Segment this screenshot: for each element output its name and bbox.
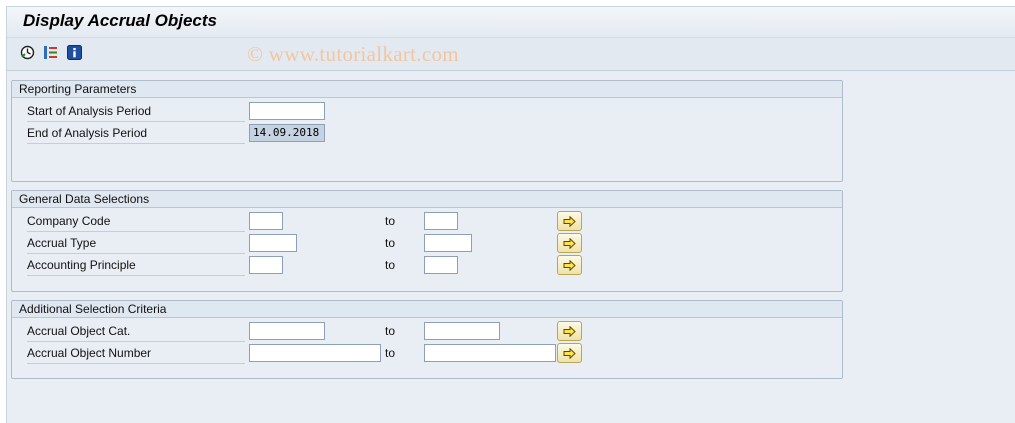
start-period-label: Start of Analysis Period (27, 102, 245, 122)
arrow-right-icon (563, 259, 576, 271)
execute-clock-icon[interactable] (19, 44, 35, 60)
company-code-label: Company Code (27, 212, 245, 232)
accrual-object-cat-to-input[interactable] (424, 322, 500, 340)
accounting-principle-label: Accounting Principle (27, 256, 245, 276)
accrual-type-multiple-selection-button[interactable] (557, 233, 582, 253)
to-label: to (385, 324, 396, 338)
to-label: to (385, 346, 396, 360)
accounting-principle-from-input[interactable] (249, 256, 283, 274)
to-label: to (385, 258, 396, 272)
to-label: to (385, 214, 396, 228)
watermark: © www.tutorialkart.com (247, 42, 459, 66)
accrual-object-cat-label: Accrual Object Cat. (27, 322, 245, 342)
group-heading: Reporting Parameters (12, 81, 842, 98)
accrual-object-number-from-input[interactable] (249, 344, 381, 362)
arrow-right-icon (563, 215, 576, 227)
arrow-right-icon (563, 237, 576, 249)
company-code-multiple-selection-button[interactable] (557, 211, 582, 231)
title-bar: Display Accrual Objects (7, 7, 1015, 38)
reporting-parameters-group: Reporting Parameters Start of Analysis P… (11, 80, 843, 182)
sap-window: Display Accrual Objects © www.tutorialka… (6, 6, 1015, 423)
general-data-selections-group: General Data Selections Company Code to … (11, 190, 843, 292)
info-icon[interactable] (66, 44, 82, 60)
page-title: Display Accrual Objects (23, 11, 218, 30)
accrual-type-label: Accrual Type (27, 234, 245, 254)
accrual-object-cat-multiple-selection-button[interactable] (557, 321, 582, 341)
application-toolbar: © www.tutorialkart.com (7, 38, 1015, 71)
to-label: to (385, 236, 396, 250)
accrual-type-to-input[interactable] (424, 234, 472, 252)
accrual-object-number-multiple-selection-button[interactable] (557, 343, 582, 363)
end-period-label: End of Analysis Period (27, 124, 245, 144)
company-code-from-input[interactable] (249, 212, 283, 230)
accrual-object-number-to-input[interactable] (424, 344, 556, 362)
variant-list-icon[interactable] (42, 44, 58, 60)
group-heading: General Data Selections (12, 191, 842, 208)
accrual-type-from-input[interactable] (249, 234, 297, 252)
end-period-input[interactable]: 14.09.2018 (249, 124, 325, 142)
start-period-input[interactable] (249, 102, 325, 120)
additional-selection-criteria-group: Additional Selection Criteria Accrual Ob… (11, 300, 843, 379)
accrual-object-cat-from-input[interactable] (249, 322, 325, 340)
arrow-right-icon (563, 347, 576, 359)
group-heading: Additional Selection Criteria (12, 301, 842, 318)
company-code-to-input[interactable] (424, 212, 458, 230)
accounting-principle-to-input[interactable] (424, 256, 458, 274)
accounting-principle-multiple-selection-button[interactable] (557, 255, 582, 275)
accrual-object-number-label: Accrual Object Number (27, 344, 245, 364)
arrow-right-icon (563, 325, 576, 337)
